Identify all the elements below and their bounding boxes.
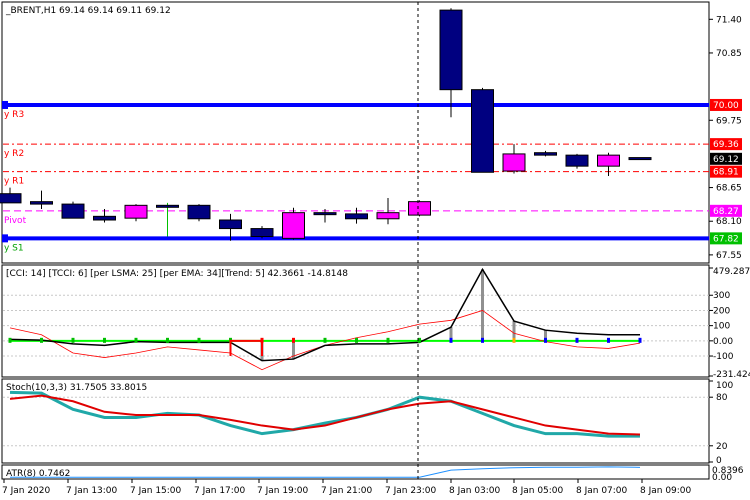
price-tick-label: 67.55: [716, 251, 742, 261]
cci-trend-dot: [71, 337, 75, 343]
time-tick-label: 8 Jan 07:00: [576, 486, 628, 496]
stoch-tick-label: 80: [716, 393, 728, 403]
candle-body: [408, 201, 431, 216]
candle-body: [471, 89, 494, 173]
price-tick-label: 68.65: [716, 184, 742, 194]
time-tick-label: 8 Jan 05:00: [512, 486, 564, 496]
cci-trend-dot: [103, 337, 106, 343]
candle-body: [250, 228, 274, 238]
cci-header: [CCI: 14] [TCCI: 6] [per LSMA: 25] [per …: [6, 269, 348, 279]
time-tick-label: 7 Jan 19:00: [257, 486, 309, 496]
price-box-label: 69.12: [713, 155, 739, 165]
time-tick-label: 8 Jan 03:00: [449, 486, 501, 496]
price-tick-label: 71.40: [716, 15, 742, 25]
cci-tick-label: 200: [713, 306, 730, 316]
stoch-tick-label: 20: [716, 442, 728, 452]
candle-body: [156, 204, 179, 208]
price-tick-label: 68.10: [716, 217, 742, 227]
level-marker-s1: [2, 234, 8, 243]
candle-body: [597, 154, 620, 167]
price-box-label: 70.00: [713, 101, 739, 111]
price-tick-label: 69.75: [716, 116, 742, 126]
time-tick-label: 7 Jan 23:00: [385, 486, 437, 496]
stoch-tick-label: 100: [716, 381, 733, 391]
time-tick-label: 7 Jan 21:00: [321, 486, 373, 496]
candle-body: [628, 157, 652, 161]
cci-trend-dot: [386, 337, 390, 343]
cci-trend-dot: [449, 337, 453, 343]
cci-trend-dot: [134, 337, 138, 343]
main-header: _BRENT,H1 69.14 69.14 69.11 69.12: [5, 6, 171, 16]
trading-chart[interactable]: y R3 y R2 y R1 Pivot y S1 71.40 70.85 69.75 68.…: [0, 0, 750, 500]
candle-body: [93, 215, 116, 221]
cci-trend-dot: [512, 337, 516, 343]
candle-body: [61, 203, 85, 219]
time-tick-label: 7 Jan 2020: [2, 486, 50, 496]
cci-panel[interactable]: [1, 264, 710, 378]
price-box-label: 68.27: [713, 207, 739, 217]
cci-trend-dot: [355, 337, 358, 343]
level-label-pivot: Pivot: [4, 216, 27, 226]
level-marker-r3: [2, 100, 8, 109]
cci-tick-label: 300: [713, 291, 730, 301]
stoch-header: Stoch(10,3,3) 31.7505 33.8015: [6, 383, 147, 393]
main-panel[interactable]: [1, 1, 710, 264]
cci-trend-dot: [544, 337, 547, 343]
price-box-label: 68.91: [713, 168, 739, 178]
cci-trend-dot: [166, 337, 169, 343]
candle-body: [124, 204, 148, 219]
cci-trend-dot: [575, 337, 579, 343]
cci-tick-label: -100: [713, 352, 734, 362]
cci-trend-dot: [481, 337, 484, 343]
level-label-s1: y S1: [4, 243, 24, 253]
atr-header: ATR(8) 0.7462: [6, 469, 70, 479]
candle-body: [376, 212, 400, 220]
candle-body: [345, 213, 368, 220]
candle-body: [30, 201, 53, 205]
cci-tick-label: 100: [713, 322, 730, 332]
price-box-label: 69.36: [713, 140, 739, 150]
cci-trend-dot: [40, 337, 43, 343]
candle-body: [282, 212, 305, 239]
candle-body: [219, 219, 242, 230]
time-tick-label: 7 Jan 15:00: [130, 486, 182, 496]
cci-trend-dot: [607, 337, 610, 343]
cci-trend-dot: [323, 337, 327, 343]
cci-tick-label: -231.424: [713, 370, 750, 380]
price-tick-label: 70.85: [716, 49, 742, 59]
cci-trend-dot: [638, 337, 642, 343]
atr-tick-label: 0.00: [712, 473, 732, 483]
price-box-label: 67.82: [713, 234, 739, 244]
candle-body: [313, 212, 337, 216]
cci-trend-dot: [8, 337, 12, 343]
cci-trend-dot: [292, 337, 295, 343]
cci-tick-label: 0.00: [713, 337, 733, 347]
candle-body: [534, 152, 557, 156]
stoch-tick-label: 0: [716, 456, 722, 466]
level-label-r2: y R2: [4, 149, 24, 159]
candle-body: [187, 204, 211, 220]
time-tick-label: 7 Jan 17:00: [194, 486, 246, 496]
cci-tick-label: 479.2874: [713, 267, 750, 277]
time-tick-label: 7 Jan 13:00: [66, 486, 118, 496]
candle-body: [0, 193, 22, 204]
candle-body: [502, 153, 526, 172]
level-label-r3: y R3: [4, 110, 24, 120]
candle-body: [565, 154, 589, 167]
level-label-r1: y R1: [4, 177, 24, 187]
time-tick-label: 8 Jan 09:00: [640, 486, 692, 496]
candle-body: [439, 9, 463, 91]
cci-trend-dot: [197, 337, 201, 343]
